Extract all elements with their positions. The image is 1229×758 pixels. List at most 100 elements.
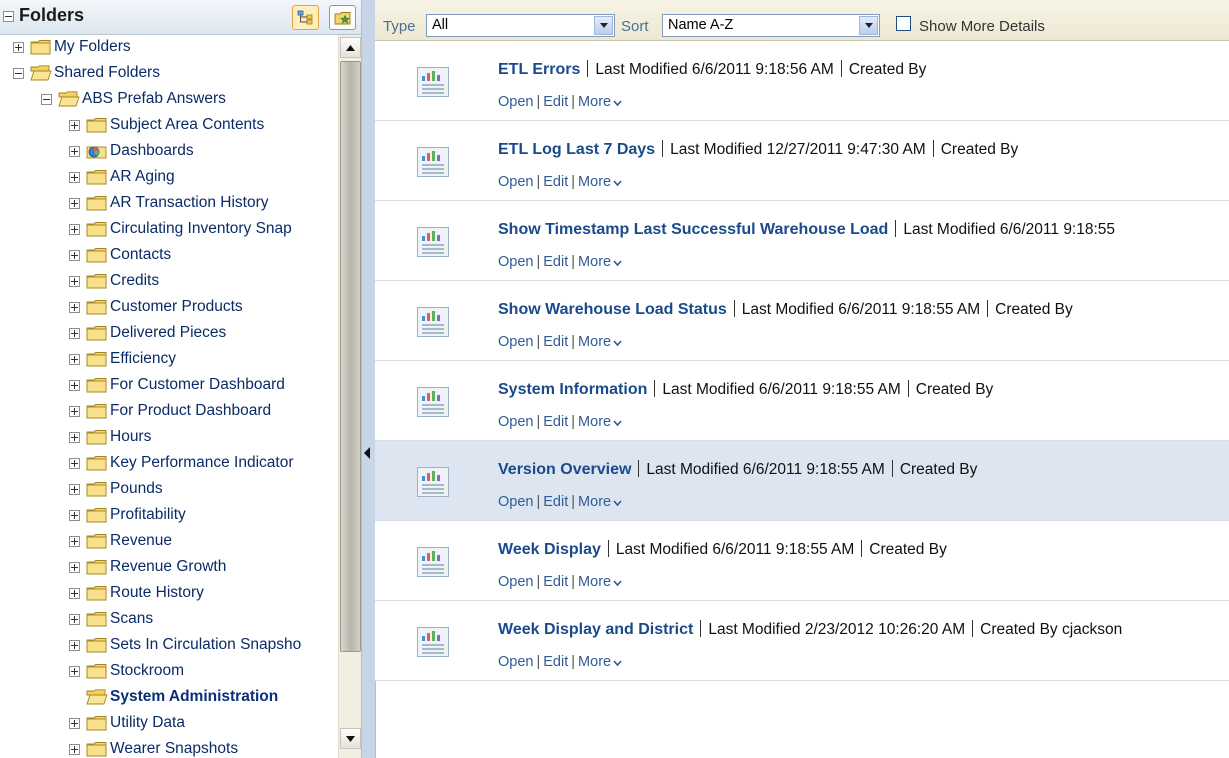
tree-node-label[interactable]: For Product Dashboard bbox=[110, 402, 271, 420]
tree-node-label[interactable]: Key Performance Indicator bbox=[110, 454, 294, 472]
expand-icon[interactable] bbox=[69, 405, 80, 417]
tree-node[interactable]: Pounds bbox=[69, 476, 163, 502]
more-link[interactable]: More bbox=[578, 574, 611, 590]
tree-node-label[interactable]: Customer Products bbox=[110, 298, 243, 316]
more-link[interactable]: More bbox=[578, 334, 611, 350]
open-link[interactable]: Open bbox=[498, 254, 533, 270]
expand-icon[interactable] bbox=[69, 613, 80, 625]
item-title-link[interactable]: Version Overview bbox=[498, 461, 631, 478]
tree-node[interactable]: Route History bbox=[69, 580, 204, 606]
expand-icon[interactable] bbox=[69, 275, 80, 287]
tree-node-label[interactable]: AR Transaction History bbox=[110, 194, 269, 212]
tree-node-label[interactable]: Sets In Circulation Snapsho bbox=[110, 636, 301, 654]
more-link[interactable]: More bbox=[578, 414, 611, 430]
chevron-down-icon[interactable] bbox=[611, 174, 622, 190]
tree-node-label[interactable]: Circulating Inventory Snap bbox=[110, 220, 292, 238]
tree-node[interactable]: AR Aging bbox=[69, 164, 175, 190]
expand-icon[interactable] bbox=[69, 561, 80, 573]
tree-node[interactable]: Subject Area Contents bbox=[69, 112, 264, 138]
analysis-icon[interactable] bbox=[417, 467, 449, 497]
more-link[interactable]: More bbox=[578, 174, 611, 190]
expand-icon[interactable] bbox=[69, 379, 80, 391]
open-link[interactable]: Open bbox=[498, 334, 533, 350]
tree-node[interactable]: Scans bbox=[69, 606, 153, 632]
collapse-arrow-icon[interactable] bbox=[364, 447, 370, 459]
expand-icon[interactable] bbox=[69, 665, 80, 677]
tree-node[interactable]: Delivered Pieces bbox=[69, 320, 226, 346]
expand-icon[interactable] bbox=[69, 639, 80, 651]
tree-node[interactable]: Contacts bbox=[69, 242, 171, 268]
item-title-link[interactable]: Week Display and District bbox=[498, 621, 693, 638]
edit-link[interactable]: Edit bbox=[543, 494, 568, 510]
tree-node[interactable]: Customer Products bbox=[69, 294, 243, 320]
type-select[interactable]: All bbox=[426, 14, 615, 37]
chevron-down-icon[interactable] bbox=[594, 16, 613, 35]
tree-node-label[interactable]: Route History bbox=[110, 584, 204, 602]
edit-link[interactable]: Edit bbox=[543, 254, 568, 270]
pane-splitter[interactable] bbox=[361, 0, 376, 758]
expand-icon[interactable] bbox=[69, 353, 80, 365]
tree-node-label[interactable]: Contacts bbox=[110, 246, 171, 264]
tree-node[interactable]: Revenue bbox=[69, 528, 172, 554]
chevron-down-icon[interactable] bbox=[611, 254, 622, 270]
tree-node-label[interactable]: Delivered Pieces bbox=[110, 324, 226, 342]
edit-link[interactable]: Edit bbox=[543, 654, 568, 670]
analysis-icon[interactable] bbox=[417, 147, 449, 177]
chevron-down-icon[interactable] bbox=[859, 16, 878, 35]
chevron-down-icon[interactable] bbox=[611, 414, 622, 430]
tree-node-label[interactable]: AR Aging bbox=[110, 168, 175, 186]
tree-node-label[interactable]: Wearer Snapshots bbox=[110, 740, 238, 758]
tree-node-label[interactable]: Efficiency bbox=[110, 350, 176, 368]
tree-node-label[interactable]: Credits bbox=[110, 272, 159, 290]
expand-icon[interactable] bbox=[69, 327, 80, 339]
expand-icon[interactable] bbox=[69, 431, 80, 443]
show-more-details-checkbox[interactable] bbox=[896, 16, 911, 31]
tree-node-label[interactable]: Stockroom bbox=[110, 662, 184, 680]
open-link[interactable]: Open bbox=[498, 174, 533, 190]
collapse-folders-icon[interactable] bbox=[3, 11, 14, 22]
expand-icon[interactable] bbox=[69, 457, 80, 469]
expand-icon[interactable] bbox=[69, 145, 80, 157]
expand-icon[interactable] bbox=[69, 197, 80, 209]
tree-node[interactable]: Dashboards bbox=[69, 138, 194, 164]
expand-icon[interactable] bbox=[69, 483, 80, 495]
tree-node-label[interactable]: Subject Area Contents bbox=[110, 116, 264, 134]
item-title-link[interactable]: ETL Log Last 7 Days bbox=[498, 141, 655, 158]
tree-node[interactable]: Key Performance Indicator bbox=[69, 450, 294, 476]
expand-icon[interactable] bbox=[69, 509, 80, 521]
expand-icon[interactable] bbox=[69, 743, 80, 755]
tree-node-label[interactable]: Dashboards bbox=[110, 142, 194, 160]
edit-link[interactable]: Edit bbox=[543, 334, 568, 350]
tree-node-label[interactable]: System Administration bbox=[110, 688, 278, 706]
tree-node[interactable]: For Product Dashboard bbox=[69, 398, 271, 424]
tree-node[interactable]: System Administration bbox=[69, 684, 278, 710]
expand-icon[interactable] bbox=[69, 535, 80, 547]
analysis-icon[interactable] bbox=[417, 627, 449, 657]
edit-link[interactable]: Edit bbox=[543, 174, 568, 190]
chevron-down-icon[interactable] bbox=[611, 574, 622, 590]
show-more-details-label[interactable]: Show More Details bbox=[919, 18, 1045, 35]
open-link[interactable]: Open bbox=[498, 494, 533, 510]
open-link[interactable]: Open bbox=[498, 414, 533, 430]
tree-scrollbar[interactable] bbox=[338, 35, 361, 758]
item-title-link[interactable]: Show Warehouse Load Status bbox=[498, 301, 727, 318]
tree-node[interactable]: Stockroom bbox=[69, 658, 184, 684]
tree-node[interactable]: Efficiency bbox=[69, 346, 176, 372]
tree-node-label[interactable]: Pounds bbox=[110, 480, 163, 498]
favorites-button[interactable] bbox=[329, 5, 356, 30]
collapse-icon[interactable] bbox=[41, 93, 52, 105]
analysis-icon[interactable] bbox=[417, 227, 449, 257]
scroll-up-button[interactable] bbox=[340, 37, 361, 58]
tree-node[interactable]: Sets In Circulation Snapsho bbox=[69, 632, 301, 658]
chevron-down-icon[interactable] bbox=[611, 334, 622, 350]
tree-node[interactable]: Utility Data bbox=[69, 710, 185, 736]
tree-node-label[interactable]: Scans bbox=[110, 610, 153, 628]
open-link[interactable]: Open bbox=[498, 654, 533, 670]
chevron-down-icon[interactable] bbox=[611, 94, 622, 110]
tree-node-label[interactable]: Shared Folders bbox=[54, 64, 160, 82]
tree-node[interactable]: Profitability bbox=[69, 502, 186, 528]
expand-icon[interactable] bbox=[13, 41, 24, 53]
tree-node-label[interactable]: Revenue bbox=[110, 532, 172, 550]
expand-icon[interactable] bbox=[69, 249, 80, 261]
tree-node[interactable]: Credits bbox=[69, 268, 159, 294]
